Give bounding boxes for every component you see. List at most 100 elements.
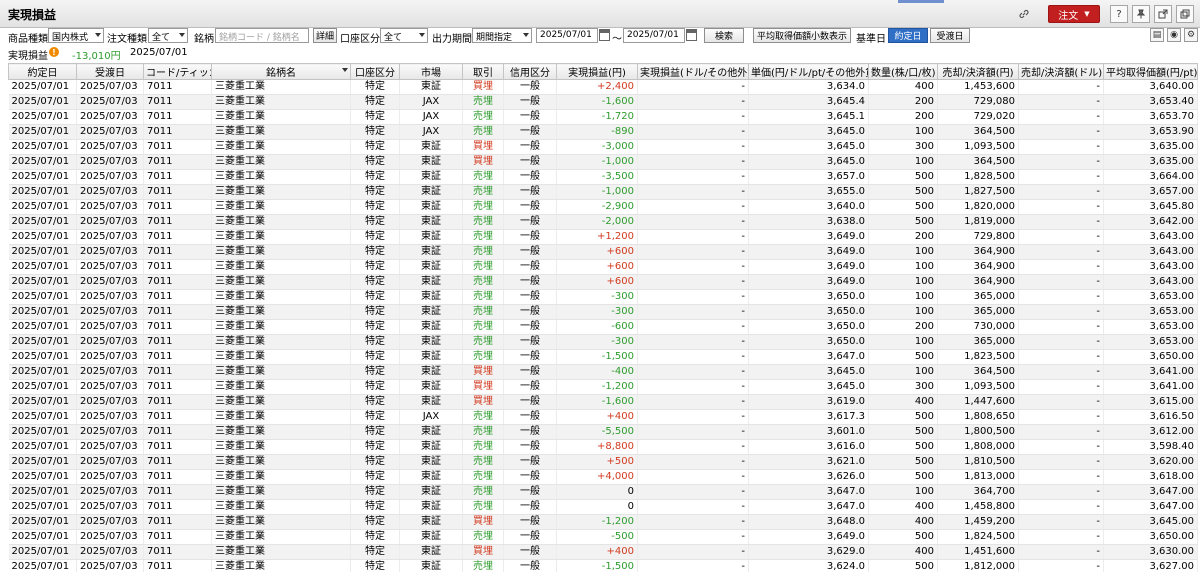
table-row[interactable]: 2025/07/01 2025/07/03 7011 三菱重工業 特定 東証 売埋 一般 +50… [8, 454, 1198, 470]
settings-icon[interactable]: ⚙ [1184, 28, 1198, 42]
table-row[interactable]: 2025/07/01 2025/07/03 7011 三菱重工業 特定 東証 買埋 一般 +40… [8, 544, 1198, 560]
table-row[interactable]: 2025/07/01 2025/07/03 7011 三菱重工業 特定 東証 売埋 一般 -5,… [8, 424, 1198, 440]
table-row[interactable]: 2025/07/01 2025/07/03 7011 三菱重工業 特定 東証 売埋 一般 +60… [8, 259, 1198, 275]
output-period-select[interactable]: 期間指定 [472, 28, 532, 43]
trade-date-toggle[interactable]: 約定日 [888, 28, 928, 43]
table-row[interactable]: 2025/07/01 2025/07/03 7011 三菱重工業 特定 東証 売埋 一般 -2,… [8, 214, 1198, 230]
table-row[interactable]: 2025/07/01 2025/07/03 7011 三菱重工業 特定 東証 売埋 一般 +4,… [8, 469, 1198, 485]
cell-trade: 買埋 [462, 79, 504, 95]
cell-code: 7011 [143, 184, 212, 200]
cell-account: 特定 [350, 214, 400, 230]
table-row[interactable]: 2025/07/01 2025/07/03 7011 三菱重工業 特定 東証 売埋 一般 -1,… [8, 184, 1198, 200]
cell-settle-amount: 364,500 [937, 124, 1019, 140]
cell-avg-cost: 3,653.40 [1103, 94, 1198, 110]
table-row[interactable]: 2025/07/01 2025/07/03 7011 三菱重工業 特定 東証 買埋 一般 -1,… [8, 394, 1198, 410]
col-header-trade[interactable]: 取引 [462, 63, 504, 80]
table-row[interactable]: 2025/07/01 2025/07/03 7011 三菱重工業 特定 JAX 売埋 一般 -1… [8, 94, 1198, 110]
cell-market: 東証 [399, 274, 463, 290]
cell-market: 東証 [399, 439, 463, 455]
cell-unit-price: 3,650.0 [748, 304, 869, 320]
col-header-quantity[interactable]: 数量(株/口/枚) [868, 63, 938, 80]
table-row[interactable]: 2025/07/01 2025/07/03 7011 三菱重工業 特定 東証 売埋 一般 -30… [8, 334, 1198, 350]
col-header-margin-type[interactable]: 信用区分 [503, 63, 557, 80]
col-header-settle-date[interactable]: 受渡日 [76, 63, 144, 80]
print-icon[interactable]: ▤ [1150, 28, 1164, 42]
cell-margin-type: 一般 [503, 289, 557, 305]
table-row[interactable]: 2025/07/01 2025/07/03 7011 三菱重工業 特定 東証 売埋 一般 +60… [8, 274, 1198, 290]
table-row[interactable]: 2025/07/01 2025/07/03 7011 三菱重工業 特定 東証 買埋 一般 -3,… [8, 139, 1198, 155]
search-button[interactable]: 検索 [704, 28, 744, 43]
col-header-realized-pl-fx[interactable]: 実現損益(ドル/その他外貨) [637, 63, 749, 80]
col-header-unit-price[interactable]: 単価(円/ドル/pt/その他外貨) [748, 63, 869, 80]
table-row[interactable]: 2025/07/01 2025/07/03 7011 三菱重工業 特定 東証 売埋 一般 -30… [8, 289, 1198, 305]
table-row[interactable]: 2025/07/01 2025/07/03 7011 三菱重工業 特定 東証 売埋 一般 +8,… [8, 439, 1198, 455]
cell-realized-pl-fx: - [637, 259, 749, 275]
table-row[interactable]: 2025/07/01 2025/07/03 7011 三菱重工業 特定 JAX 売埋 一般 -1… [8, 109, 1198, 125]
col-header-settle-amount-usd[interactable]: 売却/決済額(ドル) [1018, 63, 1104, 80]
col-header-avg-cost[interactable]: 平均取得価額(円/pt) [1103, 63, 1198, 80]
col-header-account[interactable]: 口座区分 [350, 63, 400, 80]
col-header-stock-name[interactable]: 銘柄名 [211, 63, 351, 80]
link-icon[interactable] [1014, 5, 1034, 23]
cell-trade: 売埋 [462, 469, 504, 485]
export-icon[interactable] [1154, 5, 1172, 23]
table-row[interactable]: 2025/07/01 2025/07/03 7011 三菱重工業 特定 東証 売埋 一般 +60… [8, 244, 1198, 260]
table-row[interactable]: 2025/07/01 2025/07/03 7011 三菱重工業 特定 東証 売埋 一般 0-3… [8, 484, 1198, 500]
table-row[interactable]: 2025/07/01 2025/07/03 7011 三菱重工業 特定 東証 売埋 一般 -50… [8, 529, 1198, 545]
cell-stock-name: 三菱重工業 [211, 304, 351, 320]
warning-icon[interactable]: ! [49, 47, 59, 57]
cell-margin-type: 一般 [503, 94, 557, 110]
product-type-select[interactable]: 国内株式 [48, 28, 104, 43]
table-row[interactable]: 2025/07/01 2025/07/03 7011 三菱重工業 特定 JAX 売埋 一般 +4… [8, 409, 1198, 425]
table-row[interactable]: 2025/07/01 2025/07/03 7011 三菱重工業 特定 東証 買埋 一般 -1,… [8, 154, 1198, 170]
cell-account: 特定 [350, 184, 400, 200]
pin-icon[interactable] [1132, 5, 1150, 23]
table-row[interactable]: 2025/07/01 2025/07/03 7011 三菱重工業 特定 東証 売埋 一般 -1,… [8, 349, 1198, 365]
calendar-icon[interactable] [599, 29, 610, 41]
order-button[interactable]: 注文 ▼ [1048, 5, 1100, 23]
table-row[interactable]: 2025/07/01 2025/07/03 7011 三菱重工業 特定 東証 買埋 一般 -1,… [8, 514, 1198, 530]
table-row[interactable]: 2025/07/01 2025/07/03 7011 三菱重工業 特定 JAX 売埋 一般 -8… [8, 124, 1198, 140]
detail-button[interactable]: 詳細 [313, 28, 337, 43]
download-icon[interactable]: ◉ [1167, 28, 1181, 42]
table-row[interactable]: 2025/07/01 2025/07/03 7011 三菱重工業 特定 東証 売埋 一般 0-3… [8, 499, 1198, 515]
settlement-date-toggle[interactable]: 受渡日 [930, 28, 970, 43]
table-row[interactable]: 2025/07/01 2025/07/03 7011 三菱重工業 特定 東証 買埋 一般 -40… [8, 364, 1198, 380]
cell-avg-cost: 3,615.00 [1103, 394, 1198, 410]
table-row[interactable]: 2025/07/01 2025/07/03 7011 三菱重工業 特定 東証 売埋 一般 +1,… [8, 229, 1198, 245]
avg-price-decimal-button[interactable]: 平均取得価額小数表示 [753, 28, 851, 43]
cell-avg-cost: 3,627.00 [1103, 559, 1198, 572]
cell-settle-date: 2025/07/03 [76, 274, 144, 290]
account-type-select[interactable]: 全て [380, 28, 428, 43]
cell-unit-price: 3,649.0 [748, 244, 869, 260]
cell-trade: 売埋 [462, 424, 504, 440]
cell-settle-amount-usd: - [1018, 154, 1104, 170]
table-row[interactable]: 2025/07/01 2025/07/03 7011 三菱重工業 特定 東証 売埋 一般 -2,… [8, 199, 1198, 215]
cell-code: 7011 [143, 154, 212, 170]
table-row[interactable]: 2025/07/01 2025/07/03 7011 三菱重工業 特定 東証 売埋 一般 -1,… [8, 559, 1198, 572]
date-from-input[interactable]: 2025/07/01 [536, 28, 598, 43]
col-header-trade-date[interactable]: 約定日 [8, 63, 77, 80]
table-row[interactable]: 2025/07/01 2025/07/03 7011 三菱重工業 特定 東証 売埋 一般 -60… [8, 319, 1198, 335]
col-header-market[interactable]: 市場 [399, 63, 463, 80]
table-row[interactable]: 2025/07/01 2025/07/03 7011 三菱重工業 特定 東証 買埋 一般 -1,… [8, 379, 1198, 395]
cell-quantity: 500 [868, 439, 938, 455]
restore-window-icon[interactable] [1176, 5, 1194, 23]
calendar-icon[interactable] [686, 29, 697, 41]
order-type-select[interactable]: 全て [148, 28, 188, 43]
table-header-row: 約定日 受渡日 コード/ティッカー 銘柄名 口座区分 市場 取引 信用区分 実現… [8, 63, 1198, 80]
cell-stock-name: 三菱重工業 [211, 544, 351, 560]
table-row[interactable]: 2025/07/01 2025/07/03 7011 三菱重工業 特定 東証 売埋 一般 -30… [8, 304, 1198, 320]
cell-settle-amount: 1,819,000 [937, 214, 1019, 230]
col-header-settle-amount-jpy[interactable]: 売却/決済額(円) [937, 63, 1019, 80]
cell-settle-date: 2025/07/03 [76, 499, 144, 515]
cell-settle-amount-usd: - [1018, 484, 1104, 500]
cell-code: 7011 [143, 559, 212, 572]
table-row[interactable]: 2025/07/01 2025/07/03 7011 三菱重工業 特定 東証 買埋 一般 +2,… [8, 79, 1198, 95]
help-button[interactable]: ? [1110, 5, 1128, 23]
table-row[interactable]: 2025/07/01 2025/07/03 7011 三菱重工業 特定 東証 売埋 一般 -3,… [8, 169, 1198, 185]
date-to-input[interactable]: 2025/07/01 [623, 28, 685, 43]
col-header-realized-pl-jpy[interactable]: 実現損益(円) [556, 63, 638, 80]
col-header-code[interactable]: コード/ティッカー [143, 63, 212, 80]
stock-search-input[interactable]: 銘柄コード / 銘柄名 [215, 28, 309, 43]
